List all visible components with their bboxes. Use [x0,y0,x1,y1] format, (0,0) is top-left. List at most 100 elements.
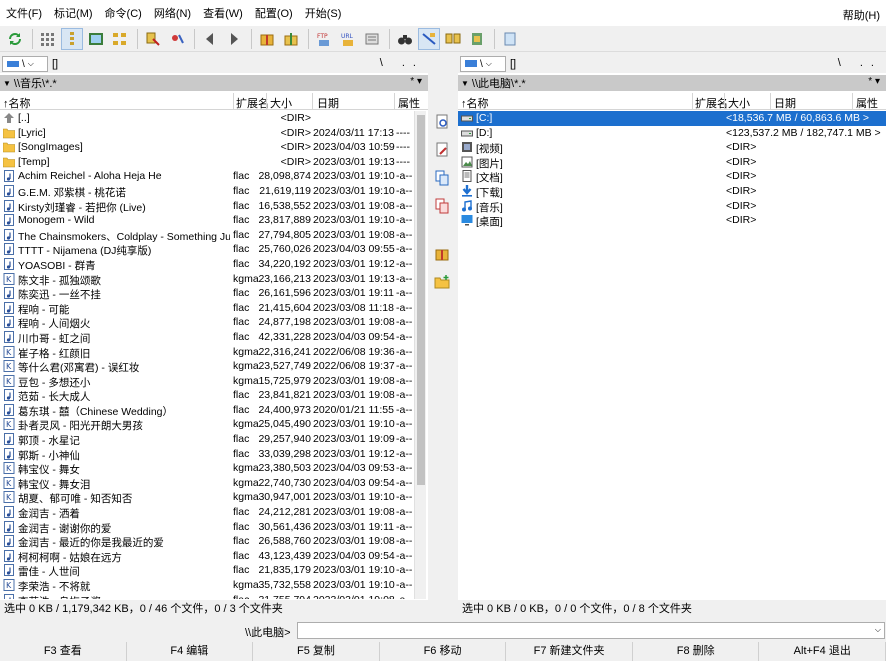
forward-arrow-icon[interactable] [223,28,245,50]
left-drive-select[interactable]: \ ⌵ [2,56,48,72]
left-filter[interactable]: * ▾ [410,76,422,87]
menu-item-4[interactable]: 查看(W) [203,5,243,21]
file-row[interactable]: The Chainsmokers、Coldplay - Something Ju… [0,228,414,243]
file-row[interactable]: K 李荣浩 - 不将就 kgma 35,732,558 2023/03/01 19:10… [0,578,414,593]
sync-dirs-icon[interactable] [442,28,464,50]
function-key-2[interactable]: F5 复制 [253,642,380,661]
file-row[interactable]: K 胡夏、郁可唯 - 知否知否 kgma 30,947,001 2023/03/01 1… [0,490,414,505]
file-row[interactable]: 金润吉 - 最近的你是我最近的爱 flac 26,588,760 2023/03/01… [0,534,414,549]
column-attr[interactable]: 属性 [856,95,878,111]
file-row[interactable]: 范茹 - 长大成人 flac 23,841,821 2023/03/01 19:08-… [0,388,414,403]
history-dropdown-icon[interactable]: ▼ [461,79,469,88]
function-key-4[interactable]: F7 新建文件夹 [506,642,633,661]
function-key-1[interactable]: F4 编辑 [127,642,254,661]
file-row[interactable]: 陈奕迅 - 一丝不挂 flac 26,161,596 2023/03/01 19:11… [0,286,414,301]
notepad-icon[interactable] [499,28,521,50]
history-dropdown-icon[interactable]: ▼ [3,79,11,88]
file-row[interactable]: K 豆包 - 多想还小 kgma 15,725,979 2023/03/01 19:08… [0,374,414,389]
edit-file-icon[interactable] [432,140,452,160]
drive-row[interactable]: [C:] <18,536.7 MB / 60,863.6 MB > [458,111,886,126]
function-key-6[interactable]: Alt+F4 退出 [759,642,886,661]
file-row[interactable]: 郭顶 - 水星记 flac 29,257,940 2023/03/01 19:09 -a… [0,432,414,447]
left-scrollbar-thumb[interactable] [417,115,425,485]
move-file-icon[interactable] [432,196,452,216]
file-row[interactable]: [Lyric] <DIR> 2024/03/11 17:13 ---- [0,126,414,141]
file-row[interactable]: 葛东琪 - 囍（Chinese Wedding） flac 24,400,973 20… [0,403,414,418]
column-name[interactable]: ↑名称 [461,95,489,111]
back-arrow-icon[interactable] [199,28,221,50]
file-row[interactable]: [..] <DIR> [0,111,414,126]
column-date[interactable]: 日期 [774,95,796,111]
file-row[interactable]: Monogem - Wild flac 23,817,889 2023/03/01 1… [0,213,414,228]
menu-item-3[interactable]: 网络(N) [154,5,191,21]
brief-view-icon[interactable] [37,28,59,50]
file-row[interactable]: 雷佳 - 人世间 flac 21,835,179 2023/03/01 19:10 -a… [0,563,414,578]
menu-item-1[interactable]: 标记(M) [54,5,93,21]
copy-names-icon[interactable] [466,28,488,50]
drive-row[interactable]: [视频] <DIR> [458,140,886,155]
invert-selection-icon[interactable] [166,28,188,50]
column-size[interactable]: 大小 [728,95,750,111]
ftp-icon[interactable]: FTP [313,28,335,50]
drive-row[interactable]: [图片] <DIR> [458,155,886,170]
file-row[interactable]: 李荣浩 - 乌梅子酱flac 31,755,7942023/03/01 19:08… [0,593,414,599]
menu-item-help[interactable]: 帮助(H) [843,7,880,23]
file-row[interactable]: 程响 - 可能 flac 21,415,604 2023/03/08 11:18 -a-… [0,301,414,316]
pack-files-icon[interactable] [432,244,452,264]
menu-item-2[interactable]: 命令(C) [105,5,142,21]
drive-row[interactable]: [文档] <DIR> [458,169,886,184]
command-line-input[interactable]: ⌵ [297,622,885,639]
multi-rename-icon[interactable] [418,27,440,50]
left-nav-root-parent[interactable]: \ .. [380,57,424,69]
right-path-bar[interactable]: ▼ \\此电脑\*.* * ▾ [458,75,886,91]
drive-row[interactable]: [下载] <DIR> [458,184,886,199]
function-key-3[interactable]: F6 移动 [380,642,507,661]
menu-item-0[interactable]: 文件(F) [6,5,42,21]
menu-item-5[interactable]: 配置(O) [255,5,293,21]
file-row[interactable]: 金润吉 - 洒着 flac 24,212,281 2023/03/01 19:08 -a… [0,505,414,520]
tree-view-icon[interactable] [109,28,131,50]
file-row[interactable]: 郭斯 - 小神仙 flac 33,039,298 2023/03/01 19:12 -a… [0,447,414,462]
menu-item-6[interactable]: 开始(S) [305,5,342,21]
right-nav-root-parent[interactable]: \ .. [838,57,882,69]
file-row[interactable]: K 韩宝仪 - 舞女泪 kgma 22,740,730 2023/04/03 09:54… [0,476,414,491]
search-binoculars-icon[interactable] [394,28,416,50]
file-row[interactable]: K 陈文非 - 孤独颂歌 kgma 23,166,213 2023/03/01 19:1… [0,272,414,287]
compare-icon[interactable] [142,28,164,50]
file-row[interactable]: 柯柯柯啊 - 姑娘在远方 flac 43,123,439 2023/04/03 09:… [0,549,414,564]
drive-row[interactable]: [D:] <123,537.2 MB / 182,747.1 MB > [458,126,886,141]
file-row[interactable]: 川巾哥 - 虹之间 flac 42,331,228 2023/04/03 09:54-… [0,330,414,345]
file-row[interactable]: 程响 - 人间烟火 flac 24,877,198 2023/03/01 19:08-… [0,315,414,330]
right-filter[interactable]: * ▾ [868,76,880,87]
column-ext[interactable]: 扩展名 [236,95,269,111]
unpack-icon[interactable] [280,28,302,50]
file-row[interactable]: K 韩宝仪 - 舞女 kgma 23,380,503 2023/04/03 09:53-… [0,461,414,476]
view-file-icon[interactable] [432,112,452,132]
file-row[interactable]: YOASOBI - 群青 flac 34,220,192 2023/03/01 19:… [0,257,414,272]
file-row[interactable]: [Temp] <DIR> 2023/03/01 19:13 ---- [0,155,414,170]
thumbnail-view-icon[interactable] [85,28,107,50]
function-key-5[interactable]: F8 删除 [633,642,760,661]
left-scrollbar[interactable] [414,111,426,599]
new-folder-icon[interactable] [432,272,452,292]
file-row[interactable]: Kirsty刘瑾睿 - 若把你 (Live) flac 16,538,552 2023… [0,199,414,214]
detailed-view-icon[interactable] [61,27,83,50]
pack-icon[interactable] [256,28,278,50]
right-drive-select[interactable]: \ ⌵ [460,56,506,72]
chevron-down-icon[interactable]: ⌵ [875,625,881,635]
drive-row[interactable]: [桌面] <DIR> [458,213,886,228]
file-row[interactable]: G.E.M. 邓紫棋 - 桃花诺 flac 21,619,119 2023/03/01… [0,184,414,199]
file-row[interactable]: Achim Reichel - Aloha Heja He flac 28,098,… [0,169,414,184]
url-icon[interactable]: URL [337,28,359,50]
file-row[interactable]: K 卦者灵风 - 阳光开朗大男孩 kgma 25,045,490 2023/03/01 … [0,417,414,432]
left-path-bar[interactable]: ▼ \\音乐\*.* * ▾ [0,75,428,91]
file-row[interactable]: [SongImages] <DIR> 2023/04/03 10:59 ---- [0,140,414,155]
copy-file-icon[interactable] [432,168,452,188]
column-size[interactable]: 大小 [270,95,292,111]
refresh-icon[interactable] [4,28,26,50]
file-row[interactable]: TTTT - Nijamena (DJ纯享版) flac 25,760,026 202… [0,242,414,257]
file-row[interactable]: K 等什么君(邓寓君) - 误红妆 kgma 23,527,749 2022/06/08… [0,359,414,374]
column-name[interactable]: ↑名称 [3,95,31,111]
file-row[interactable]: 金润吉 - 谢谢你的爱 flac 30,561,436 2023/03/01 19:1… [0,520,414,535]
function-key-0[interactable]: F3 查看 [0,642,127,661]
